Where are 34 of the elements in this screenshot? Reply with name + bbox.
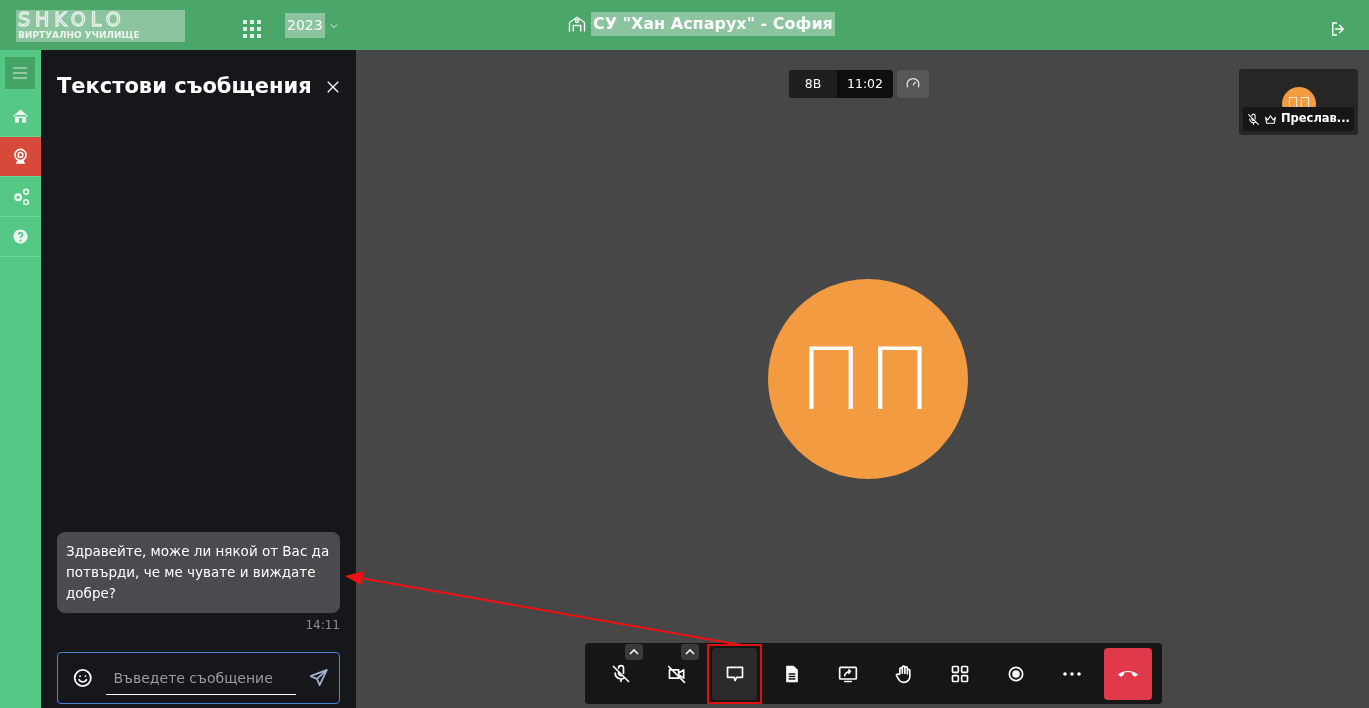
send-icon xyxy=(307,667,329,689)
caret-button[interactable] xyxy=(681,643,699,660)
more-icon xyxy=(1063,671,1081,676)
mic-off-icon xyxy=(611,663,631,684)
help-icon xyxy=(11,227,30,246)
home-icon xyxy=(11,107,30,126)
phone-icon xyxy=(1118,670,1138,677)
connection-button[interactable] xyxy=(897,70,930,98)
panel-title: Текстови съобщения xyxy=(57,74,312,100)
grid-icon xyxy=(950,663,970,684)
school-name: СУ "Хан Аспарух" - София xyxy=(591,12,835,36)
school-building-icon xyxy=(567,15,587,33)
chat-message: Здравейте, може ли някой от Вас да потвърди, че ме чувате и виждате добре? xyxy=(57,532,340,613)
class-indicator: 8В 11:02 xyxy=(789,70,894,98)
logo-title: SHKOLO xyxy=(18,10,127,29)
logout-icon[interactable] xyxy=(1329,19,1347,38)
caret-up-icon xyxy=(685,648,695,655)
close-icon xyxy=(326,80,340,95)
logo[interactable]: SHKOLO ВИРТУАЛНО УЧИЛИЩЕ xyxy=(16,10,185,42)
speaker-avatar: ПП xyxy=(767,279,968,479)
webcam-icon xyxy=(11,147,30,166)
message-input[interactable]: Въведете съобщение xyxy=(105,661,296,695)
caret-button[interactable] xyxy=(625,643,643,660)
camera-off-icon xyxy=(667,663,687,684)
message-time: 14:11 xyxy=(305,618,340,632)
hang-up-button[interactable] xyxy=(1104,647,1152,700)
logo-subtitle: ВИРТУАЛНО УЧИЛИЩЕ xyxy=(18,31,141,40)
caret-up-icon xyxy=(629,648,639,655)
emoji-icon xyxy=(72,667,94,689)
menu-icon xyxy=(12,66,28,80)
apps-grid-icon[interactable] xyxy=(243,19,261,38)
sidebar-item[interactable] xyxy=(0,137,41,177)
hand-icon xyxy=(894,663,914,684)
message-composer[interactable]: Въведете съобщение xyxy=(57,652,340,704)
